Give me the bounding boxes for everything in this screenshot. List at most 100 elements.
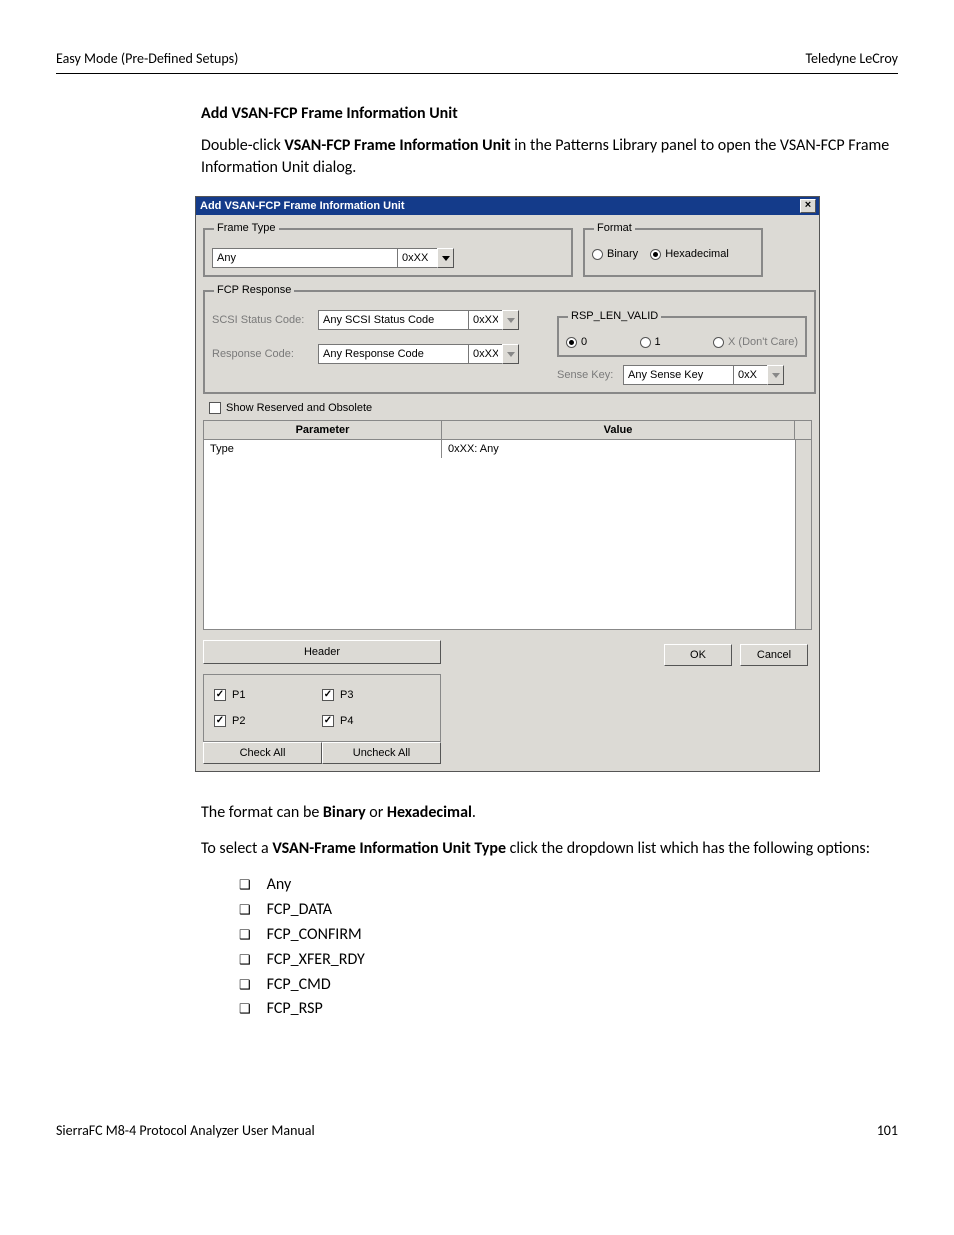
bullet-icon: ❑ bbox=[239, 975, 251, 995]
radio-hex[interactable]: Hexadecimal bbox=[650, 248, 729, 260]
option-label: FCP_CMD bbox=[267, 973, 331, 998]
option-label: Any bbox=[267, 873, 292, 898]
chevron-down-icon bbox=[772, 373, 780, 378]
radio-rsp-1[interactable]: 1 bbox=[640, 336, 661, 348]
sense-key-dropdown-button[interactable] bbox=[767, 365, 784, 385]
header-rule bbox=[56, 73, 898, 74]
fcp-response-group: FCP Response SCSI Status Code: bbox=[203, 284, 816, 394]
scsi-status-input[interactable] bbox=[318, 310, 468, 330]
frame-type-input[interactable] bbox=[212, 248, 397, 268]
radio-binary-label: Binary bbox=[607, 248, 638, 260]
p1-checkbox[interactable] bbox=[214, 689, 226, 701]
parameter-grid: Parameter Value Type 0xXX: Any bbox=[203, 420, 812, 630]
grid-cell-param: Type bbox=[204, 440, 442, 458]
intro-paragraph: Double-click VSAN-FCP Frame Information … bbox=[201, 135, 890, 178]
close-icon[interactable]: × bbox=[800, 199, 816, 213]
p3-checkbox[interactable] bbox=[322, 689, 334, 701]
frame-type-hex[interactable] bbox=[397, 248, 437, 268]
grid-scrollbar[interactable] bbox=[795, 440, 811, 629]
p4-label: P4 bbox=[340, 715, 353, 727]
radio-rsp-0[interactable]: 0 bbox=[566, 336, 587, 348]
p2-label: P2 bbox=[232, 715, 245, 727]
bullet-icon: ❑ bbox=[239, 999, 251, 1019]
intro-pre: Double-click bbox=[201, 136, 284, 155]
bullet-icon: ❑ bbox=[239, 900, 251, 920]
radio-rsp-x[interactable]: X (Don't Care) bbox=[713, 336, 798, 348]
chevron-down-icon bbox=[442, 256, 450, 261]
scsi-status-combo[interactable] bbox=[318, 310, 519, 330]
list-item: ❑FCP_RSP bbox=[239, 997, 890, 1022]
port-p1[interactable]: P1 bbox=[214, 689, 322, 701]
list-item: ❑ Any bbox=[239, 873, 890, 898]
sense-key-hex[interactable] bbox=[733, 365, 767, 385]
radio-rsp-1-label: 1 bbox=[655, 336, 661, 348]
rsp-len-valid-group: RSP_LEN_VALID 0 1 X (Don't Care) bbox=[557, 310, 807, 357]
scsi-status-label: SCSI Status Code: bbox=[212, 314, 312, 326]
dialog-titlebar: Add VSAN-FCP Frame Information Unit × bbox=[196, 197, 819, 215]
frame-type-dropdown-button[interactable] bbox=[437, 248, 454, 268]
format-paragraph: The format can be Binary or Hexadecimal. bbox=[201, 802, 890, 824]
response-code-label: Response Code: bbox=[212, 348, 312, 360]
fmt-pre: The format can be bbox=[201, 803, 323, 822]
check-all-button[interactable]: Check All bbox=[203, 742, 322, 764]
show-reserved-label: Show Reserved and Obsolete bbox=[226, 402, 372, 414]
frame-type-combo[interactable] bbox=[212, 248, 454, 268]
response-code-hex[interactable] bbox=[468, 344, 502, 364]
show-reserved-checkbox[interactable] bbox=[209, 402, 221, 414]
option-label: FCP_DATA bbox=[267, 898, 332, 923]
response-code-combo[interactable] bbox=[318, 344, 519, 364]
p2-checkbox[interactable] bbox=[214, 715, 226, 727]
grid-cell-value: 0xXX: Any bbox=[442, 440, 811, 458]
chevron-down-icon bbox=[507, 318, 515, 323]
frame-type-group: Frame Type bbox=[203, 222, 573, 277]
port-p3[interactable]: P3 bbox=[322, 689, 430, 701]
dialog-title: Add VSAN-FCP Frame Information Unit bbox=[200, 200, 405, 212]
scsi-status-dropdown-button[interactable] bbox=[502, 310, 519, 330]
header-button[interactable]: Header bbox=[203, 640, 441, 664]
section-title: Add VSAN-FCP Frame Information Unit bbox=[201, 104, 890, 123]
ok-button[interactable]: OK bbox=[664, 644, 732, 666]
scsi-status-hex[interactable] bbox=[468, 310, 502, 330]
intro-bold: VSAN-FCP Frame Information Unit bbox=[284, 136, 510, 155]
bullet-icon: ❑ bbox=[239, 950, 251, 970]
fcp-legend: FCP Response bbox=[214, 284, 294, 296]
radio-rsp-0-label: 0 bbox=[581, 336, 587, 348]
ports-group: P1 P3 P2 P4 bbox=[203, 674, 441, 742]
list-item: ❑ FCP_CONFIRM bbox=[239, 923, 890, 948]
sense-key-combo[interactable] bbox=[623, 365, 784, 385]
sense-key-input[interactable] bbox=[623, 365, 733, 385]
sel-bold: VSAN-Frame Information Unit Type bbox=[272, 839, 506, 858]
grid-col-parameter[interactable]: Parameter bbox=[204, 421, 442, 440]
doc-footer-right: 101 bbox=[877, 1122, 898, 1139]
select-paragraph: To select a VSAN-Frame Information Unit … bbox=[201, 838, 890, 860]
list-item: ❑ FCP_CMD bbox=[239, 973, 890, 998]
list-item: ❑FCP_XFER_RDY bbox=[239, 948, 890, 973]
fmt-b2: Hexadecimal bbox=[387, 803, 472, 822]
sense-key-label: Sense Key: bbox=[557, 369, 617, 381]
p1-label: P1 bbox=[232, 689, 245, 701]
dialog-window: Add VSAN-FCP Frame Information Unit × Fr… bbox=[195, 196, 820, 772]
grid-col-value[interactable]: Value bbox=[442, 421, 795, 440]
format-group: Format Binary Hexadecimal bbox=[583, 222, 763, 277]
radio-binary[interactable]: Binary bbox=[592, 248, 638, 260]
radio-hex-label: Hexadecimal bbox=[665, 248, 729, 260]
port-p2[interactable]: P2 bbox=[214, 715, 322, 727]
port-p4[interactable]: P4 bbox=[322, 715, 430, 727]
table-row[interactable]: Type 0xXX: Any bbox=[204, 440, 811, 458]
doc-header-right: Teledyne LeCroy bbox=[805, 50, 898, 67]
response-code-input[interactable] bbox=[318, 344, 468, 364]
cancel-button[interactable]: Cancel bbox=[740, 644, 808, 666]
sel-post: click the dropdown list which has the fo… bbox=[506, 839, 870, 858]
uncheck-all-button[interactable]: Uncheck All bbox=[322, 742, 441, 764]
fmt-post: . bbox=[472, 803, 476, 822]
chevron-down-icon bbox=[507, 352, 515, 357]
doc-footer-left: SierraFC M8-4 Protocol Analyzer User Man… bbox=[56, 1122, 315, 1139]
p3-label: P3 bbox=[340, 689, 353, 701]
p4-checkbox[interactable] bbox=[322, 715, 334, 727]
bullet-icon: ❑ bbox=[239, 875, 251, 895]
response-code-dropdown-button[interactable] bbox=[502, 344, 519, 364]
option-label: FCP_CONFIRM bbox=[267, 923, 362, 948]
list-item: ❑ FCP_DATA bbox=[239, 898, 890, 923]
format-legend: Format bbox=[594, 222, 635, 234]
bullet-icon: ❑ bbox=[239, 925, 251, 945]
